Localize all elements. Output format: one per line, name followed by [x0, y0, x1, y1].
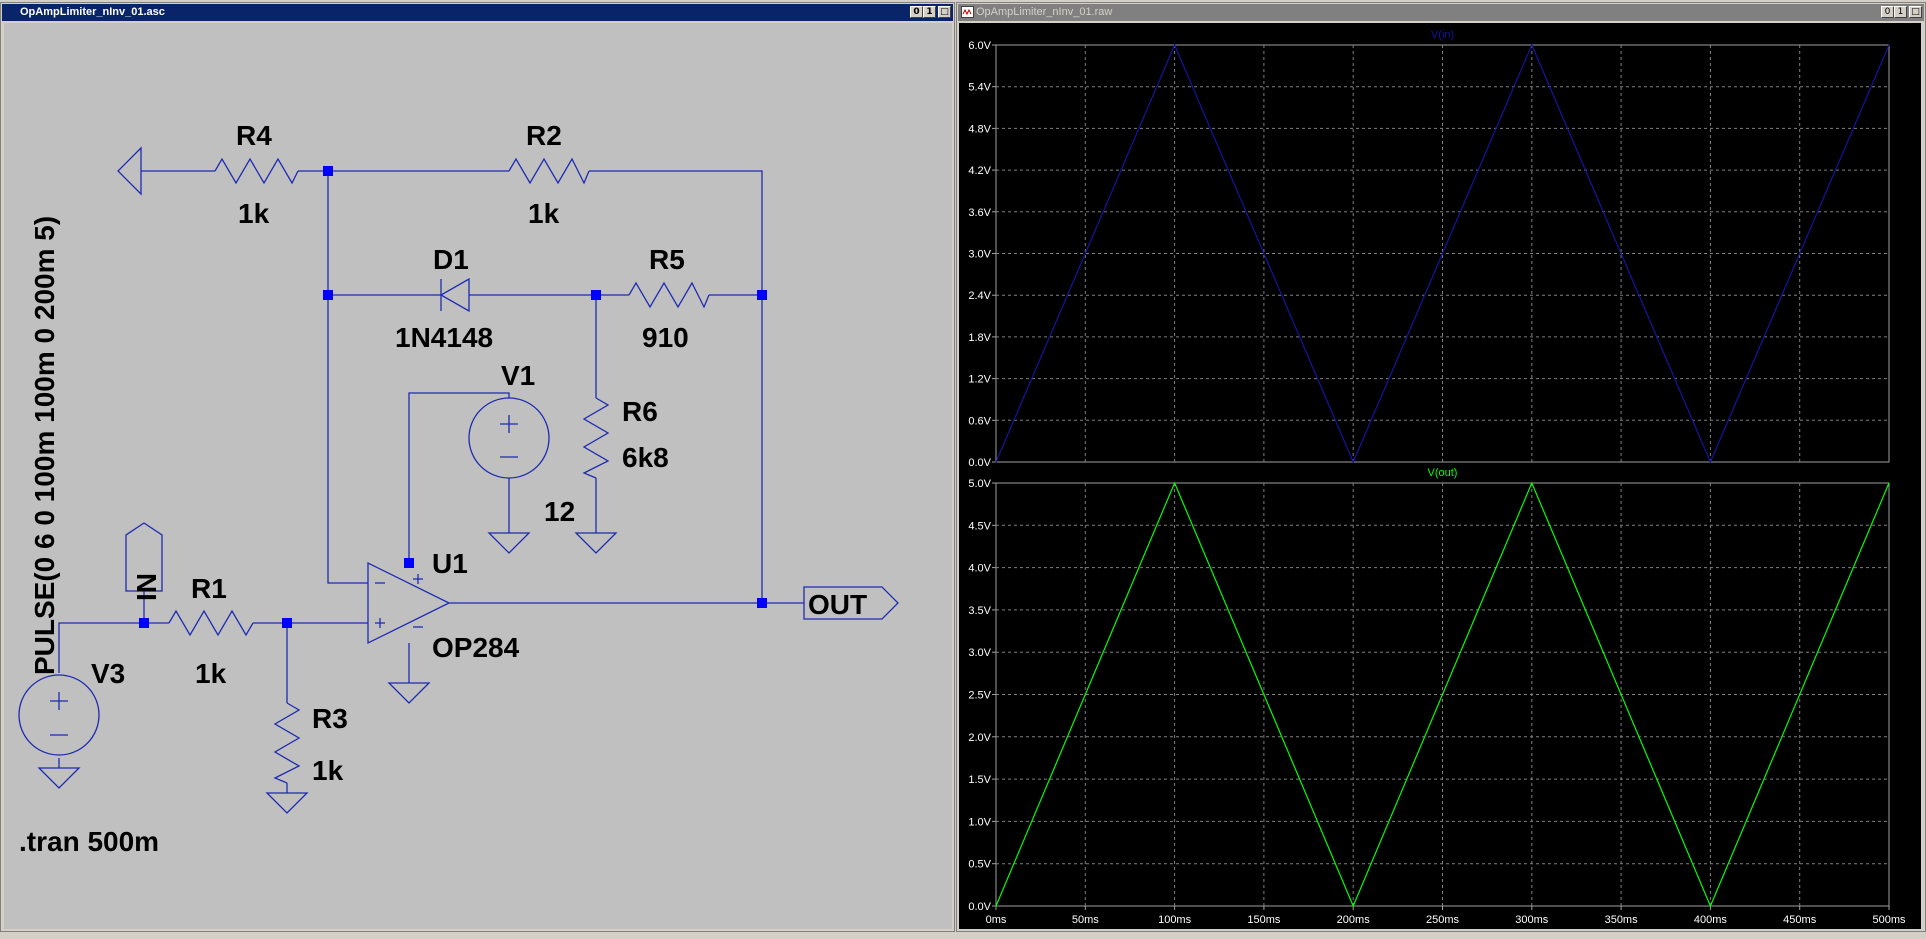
waveform-plot-area[interactable]: 0.0V 0.6V 1.2V 1.8V 2.4V 3.0V 3.6V 4.2V 4.8V 5.4V… — [959, 23, 1921, 929]
r3-value: 1k — [312, 755, 344, 786]
r1-name: R1 — [191, 573, 227, 604]
x-tick-label: 300ms — [1515, 914, 1549, 926]
v3-name: V3 — [91, 658, 125, 689]
trace-point — [1352, 905, 1354, 907]
y-tick-label: 1.5V — [968, 774, 991, 786]
tran-directive[interactable]: .tran 500m — [19, 826, 159, 857]
y-tick-label: 3.5V — [968, 605, 991, 617]
trace-title[interactable]: V(out) — [1428, 467, 1458, 479]
y-tick-label: 0.0V — [968, 457, 991, 469]
y-tick-label: 0.5V — [968, 859, 991, 871]
y-tick-label: 6.0V — [968, 40, 991, 52]
x-tick-label: 50ms — [1072, 914, 1099, 926]
r2-value: 1k — [528, 198, 560, 229]
trace-point — [1709, 461, 1711, 463]
r2-name: R2 — [526, 120, 562, 151]
y-tick-label: 3.0V — [968, 249, 991, 261]
trace-point — [995, 905, 997, 907]
trace-point — [1888, 482, 1890, 484]
x-tick-label: 200ms — [1337, 914, 1371, 926]
waveform-window[interactable]: OpAmpLimiter_nInv_01.raw 0 1 □ 0.0V 0.6V 1… — [956, 2, 1926, 932]
d1-name: D1 — [433, 244, 469, 275]
y-tick-label: 4.2V — [968, 165, 991, 177]
r1-value: 1k — [195, 658, 227, 689]
y-tick-label: 1.0V — [968, 816, 991, 828]
schematic-background — [4, 23, 952, 929]
trace-point — [1531, 482, 1533, 484]
r3-name: R3 — [312, 703, 348, 734]
schematic-window[interactable]: OpAmpLimiter_nInv_01.asc 0 1 □ R4 1k R2 … — [0, 2, 955, 932]
x-tick-label: 0ms — [986, 914, 1007, 926]
y-tick-label: 4.0V — [968, 563, 991, 575]
x-tick-label: 350ms — [1605, 914, 1639, 926]
y-tick-label: 0.6V — [968, 415, 991, 427]
trace-point — [1174, 482, 1176, 484]
r6-value: 6k8 — [622, 442, 669, 473]
v1-name: V1 — [501, 360, 535, 391]
trace-point — [1352, 461, 1354, 463]
trace-point — [995, 461, 997, 463]
d1-value: 1N4148 — [395, 322, 493, 353]
r5-name: R5 — [649, 244, 685, 275]
r4-value: 1k — [238, 198, 270, 229]
u1-value: OP284 — [432, 632, 520, 663]
trace-point — [1531, 44, 1533, 46]
restore-button[interactable]: 1 — [923, 6, 936, 18]
y-tick-label: 4.8V — [968, 123, 991, 135]
minimize-button[interactable]: 0 — [1881, 6, 1894, 18]
x-tick-label: 400ms — [1694, 914, 1728, 926]
trace-point — [1174, 44, 1176, 46]
restore-button[interactable]: 1 — [1894, 6, 1907, 18]
r6-name: R6 — [622, 396, 658, 427]
out-label: OUT — [808, 589, 867, 620]
y-tick-label: 4.5V — [968, 520, 991, 532]
y-tick-label: 3.0V — [968, 647, 991, 659]
schematic-title: OpAmpLimiter_nInv_01.asc — [20, 6, 165, 18]
y-tick-label: 1.8V — [968, 332, 991, 344]
r4-name: R4 — [236, 120, 272, 151]
in-label: IN — [131, 573, 162, 601]
schematic-canvas[interactable]: R4 1k R2 1k D1 1N4148 R5 910 V1 12 R6 6k… — [4, 23, 952, 929]
r5-value: 910 — [642, 322, 689, 353]
y-tick-label: 2.4V — [968, 290, 991, 302]
v3-value: PULSE(0 6 0 100m 100m 0 200m 5) — [29, 216, 60, 675]
y-tick-label: 5.4V — [968, 82, 991, 94]
trace-title[interactable]: V(in) — [1431, 29, 1454, 41]
x-tick-label: 150ms — [1247, 914, 1281, 926]
waveform-title: OpAmpLimiter_nInv_01.raw — [976, 6, 1113, 18]
minimize-button[interactable]: 0 — [910, 6, 923, 18]
x-tick-label: 250ms — [1426, 914, 1460, 926]
y-tick-label: 2.0V — [968, 732, 991, 744]
y-tick-label: 2.5V — [968, 690, 991, 702]
schematic-titlebar[interactable]: OpAmpLimiter_nInv_01.asc 0 1 □ — [2, 4, 953, 21]
y-tick-label: 5.0V — [968, 478, 991, 490]
u1-name: U1 — [432, 548, 468, 579]
maximize-button[interactable]: □ — [1909, 6, 1922, 18]
y-tick-label: 0.0V — [968, 901, 991, 913]
x-tick-label: 100ms — [1158, 914, 1192, 926]
trace-point — [1888, 44, 1890, 46]
x-tick-label: 500ms — [1872, 914, 1906, 926]
maximize-button[interactable]: □ — [938, 6, 951, 18]
v1-value: 12 — [544, 496, 575, 527]
waveform-doc-icon — [961, 6, 974, 18]
trace-point — [1709, 905, 1711, 907]
waveform-titlebar[interactable]: OpAmpLimiter_nInv_01.raw 0 1 □ — [958, 4, 1924, 21]
x-tick-label: 450ms — [1783, 914, 1817, 926]
y-tick-label: 3.6V — [968, 207, 991, 219]
y-tick-label: 1.2V — [968, 374, 991, 386]
